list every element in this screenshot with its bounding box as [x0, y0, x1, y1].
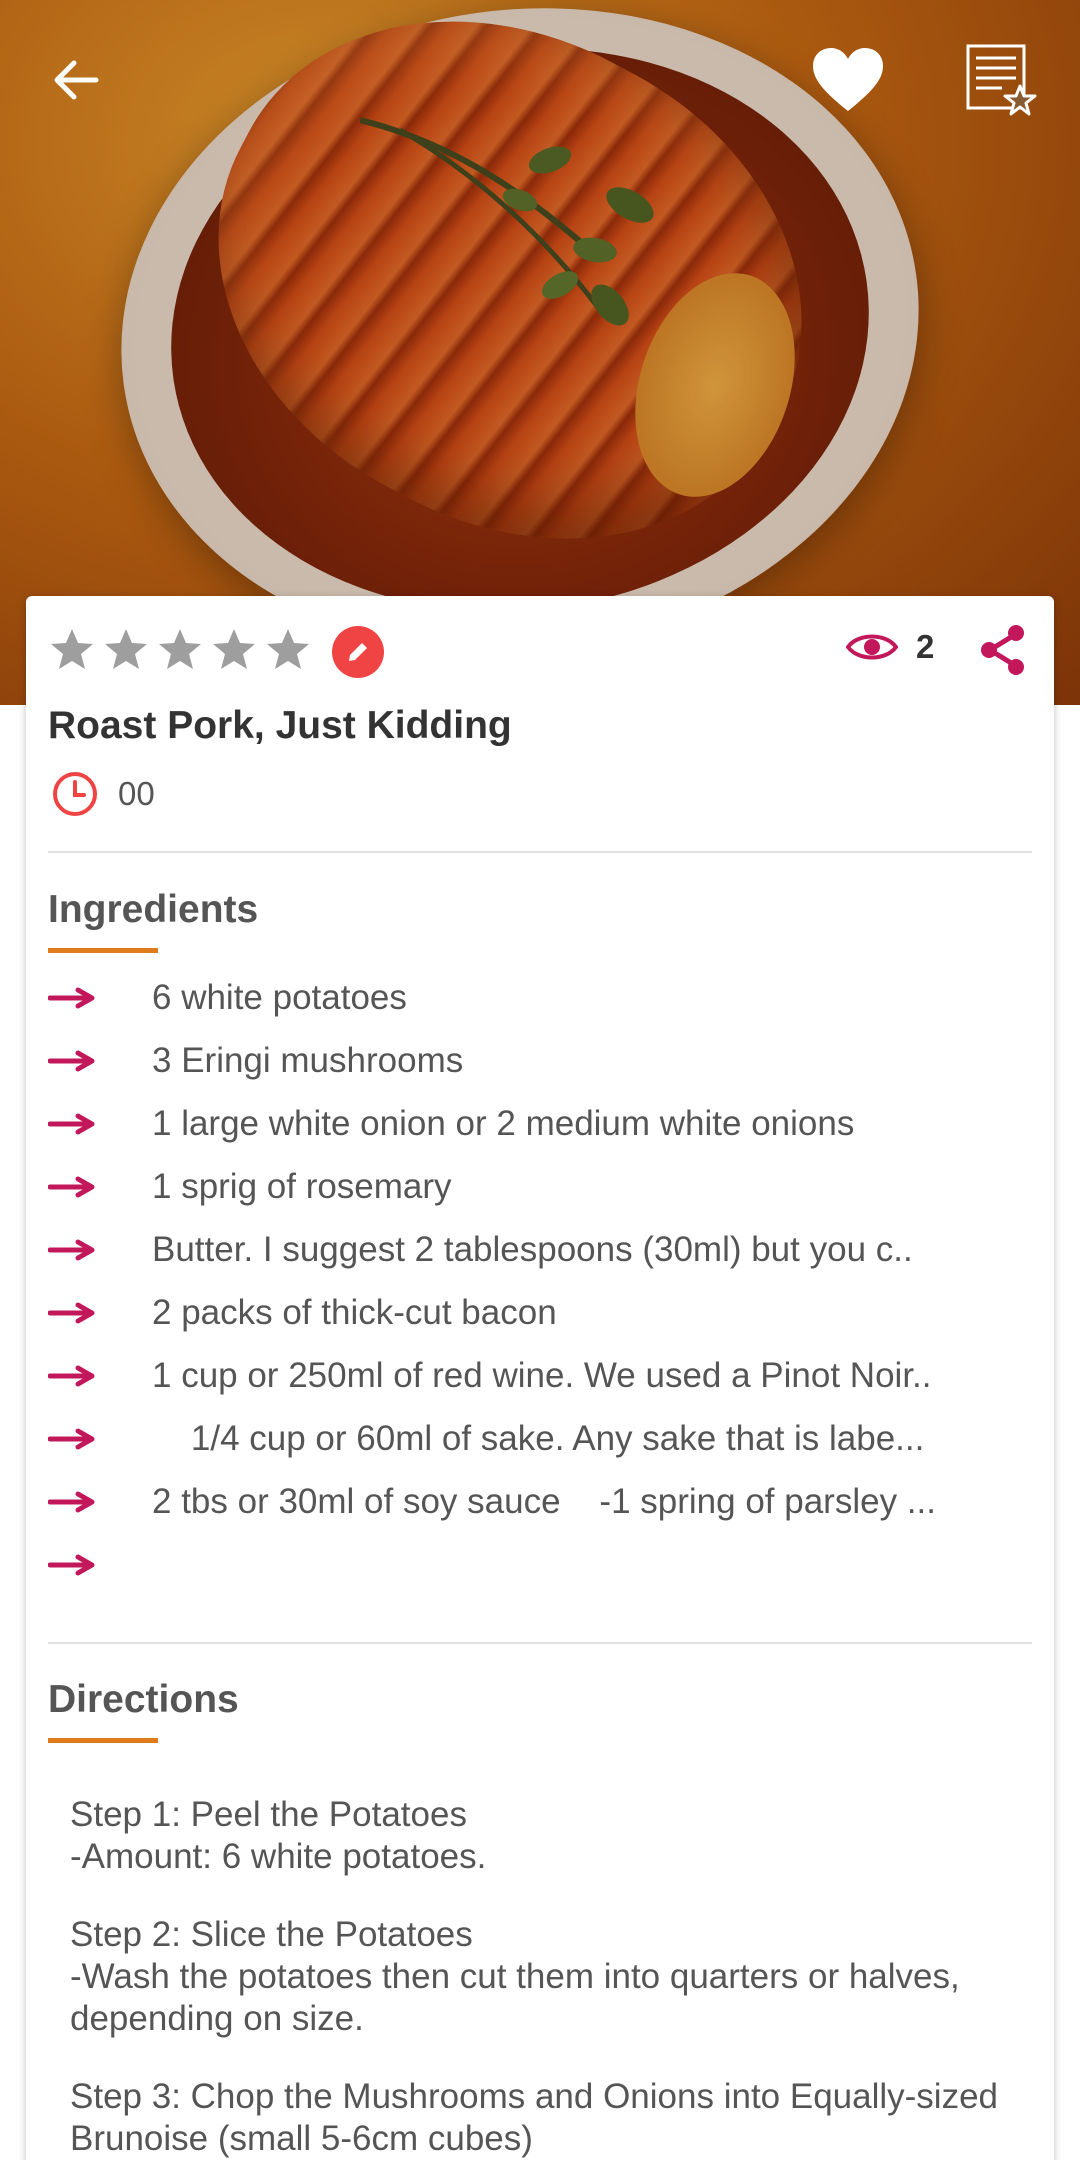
recipe-title: Roast Pork, Just Kidding	[48, 704, 512, 747]
eye-icon	[846, 634, 898, 660]
directions-heading: Directions	[48, 1678, 239, 1721]
ingredient-text: 3 Eringi mushrooms	[152, 1040, 464, 1080]
ingredient-text: 1/4 cup or 60ml of sake. Any sake that i…	[152, 1418, 925, 1458]
divider	[48, 1642, 1032, 1644]
cook-time: 00	[52, 771, 155, 817]
star-icon[interactable]	[102, 626, 150, 674]
arrow-right-icon	[48, 1428, 95, 1449]
ingredient-item: 1 large white onion or 2 medium white on…	[48, 1092, 1038, 1155]
ingredient-item: 1 cup or 250ml of red wine. We used a Pi…	[48, 1344, 1038, 1407]
ingredient-item: 1 sprig of rosemary	[48, 1155, 1038, 1218]
ingredient-item: 3 Eringi mushrooms	[48, 1029, 1038, 1092]
star-icon[interactable]	[156, 626, 204, 674]
ingredient-text: 2 packs of thick-cut bacon	[152, 1292, 557, 1332]
clock-icon	[53, 772, 97, 816]
back-button[interactable]	[36, 40, 116, 120]
direction-step: Step 3: Chop the Mushrooms and Onions in…	[70, 2077, 999, 2158]
direction-step: Step 1: Peel the Potatoes -Amount: 6 whi…	[70, 1795, 487, 1876]
views-counter: 2	[846, 628, 934, 666]
arrow-left-icon	[54, 60, 99, 100]
arrow-right-icon	[48, 987, 95, 1008]
ingredient-item	[48, 1533, 1038, 1596]
shopping-list-button[interactable]	[960, 40, 1040, 120]
ingredient-text: 1 large white onion or 2 medium white on…	[152, 1103, 855, 1143]
recipe-card: 2 Roast Pork, Just Kidding 00 Ingredient…	[26, 596, 1054, 2160]
direction-step: Step 2: Slice the Potatoes -Wash the pot…	[70, 1915, 960, 2038]
ingredients-heading: Ingredients	[48, 888, 259, 931]
star-icon[interactable]	[48, 626, 96, 674]
ingredient-item: 6 white potatoes	[48, 966, 1038, 1029]
arrow-right-icon	[48, 1050, 95, 1071]
directions-underline	[48, 1738, 158, 1743]
views-count: 2	[916, 628, 935, 665]
cook-time-value: 00	[118, 775, 155, 812]
ingredients-list: 6 white potatoes 3 Eringi mushrooms 1 la…	[48, 966, 1038, 1596]
divider	[48, 851, 1032, 853]
star-icon[interactable]	[210, 626, 258, 674]
ingredients-underline	[48, 948, 158, 953]
ingredient-text: 1 cup or 250ml of red wine. We used a Pi…	[152, 1355, 932, 1395]
star-icon[interactable]	[264, 626, 312, 674]
arrow-right-icon	[48, 1365, 95, 1386]
pencil-icon	[349, 643, 367, 661]
ingredient-item: 1/4 cup or 60ml of sake. Any sake that i…	[48, 1407, 1038, 1470]
ingredient-text: Butter. I suggest 2 tablespoons (30ml) b…	[152, 1229, 913, 1269]
ingredient-text: 6 white potatoes	[152, 977, 407, 1017]
arrow-right-icon	[48, 1176, 95, 1197]
arrow-right-icon	[48, 1302, 95, 1323]
heart-icon	[813, 48, 883, 111]
arrow-right-icon	[48, 1239, 95, 1260]
rating-stars[interactable]	[48, 626, 312, 674]
ingredient-item: 2 packs of thick-cut bacon	[48, 1281, 1038, 1344]
ingredient-text: 2 tbs or 30ml of soy sauce -1 spring of …	[152, 1481, 936, 1521]
arrow-right-icon	[48, 1113, 95, 1134]
favorite-button[interactable]	[808, 40, 888, 120]
list-star-icon	[966, 44, 1037, 116]
directions-list: Step 1: Peel the Potatoes -Amount: 6 whi…	[70, 1794, 1010, 2160]
arrow-right-icon	[48, 1491, 95, 1512]
ingredient-item: 2 tbs or 30ml of soy sauce -1 spring of …	[48, 1470, 1038, 1533]
ingredient-text: 1 sprig of rosemary	[152, 1166, 452, 1206]
share-icon[interactable]	[976, 622, 1032, 678]
ingredient-item: Butter. I suggest 2 tablespoons (30ml) b…	[48, 1218, 1038, 1281]
arrow-right-icon	[48, 1554, 95, 1575]
edit-rating-button[interactable]	[332, 626, 384, 678]
